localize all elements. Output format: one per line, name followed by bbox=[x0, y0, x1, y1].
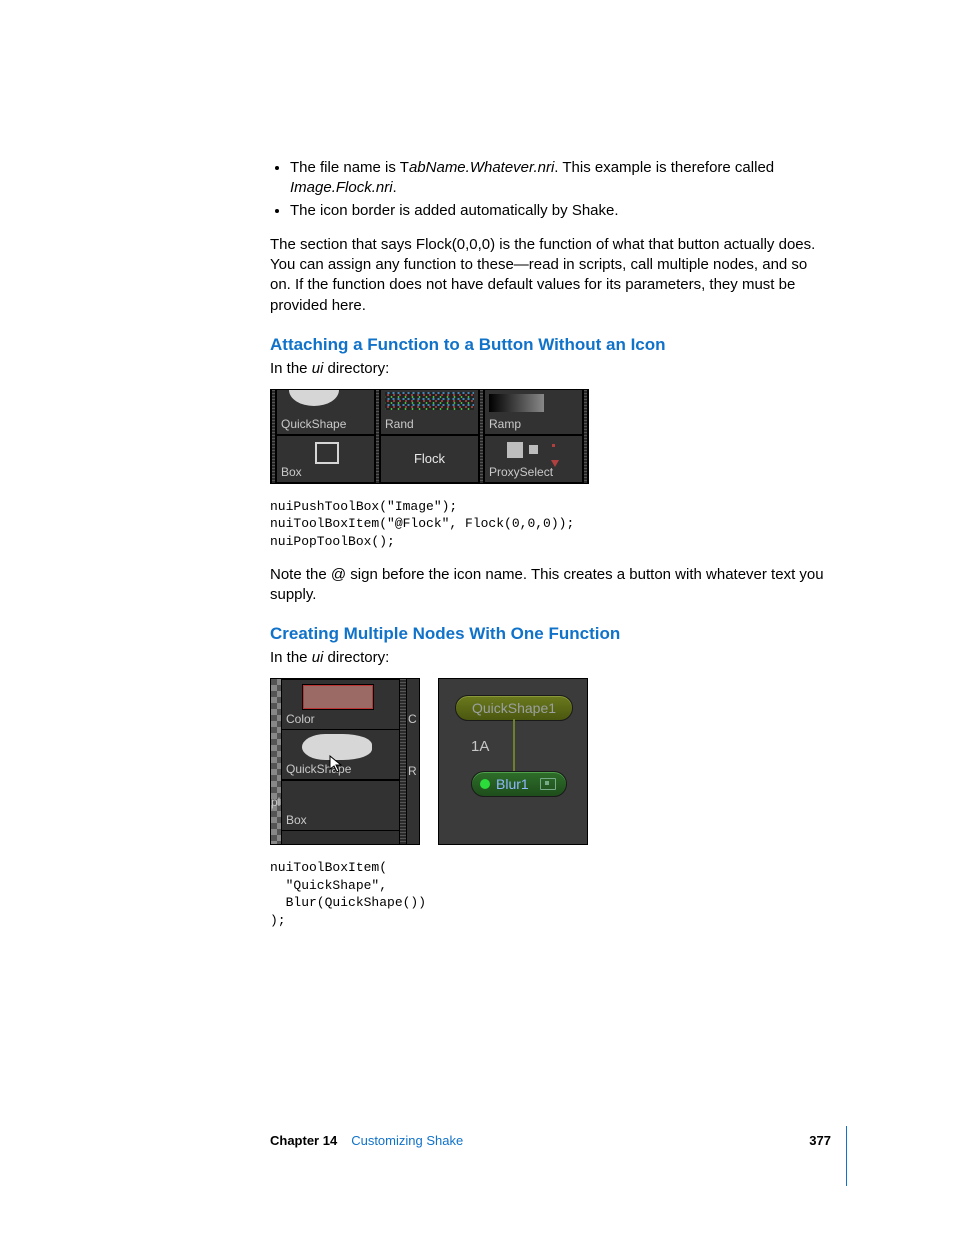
chapter-title: Customizing Shake bbox=[351, 1134, 463, 1147]
figure-two-panels: ple Color QuickShape Box C R bbox=[270, 678, 831, 845]
grip-icon bbox=[583, 435, 588, 483]
toolbox-button-flock[interactable]: Flock bbox=[380, 435, 479, 483]
text: directory: bbox=[323, 649, 389, 666]
paragraph: In the ui directory: bbox=[270, 648, 831, 668]
toolbox-button-proxyselect[interactable]: ProxySelect bbox=[484, 435, 583, 483]
code-block: nuiToolBoxItem( "QuickShape", Blur(Quick… bbox=[270, 859, 831, 929]
node-link bbox=[513, 719, 515, 771]
section-heading: Attaching a Function to a Button Without… bbox=[270, 334, 831, 357]
node-graph-screenshot: QuickShape1 1A Blur1 bbox=[438, 678, 588, 845]
port-label: 1A bbox=[471, 737, 489, 757]
page-number: 377 bbox=[809, 1134, 831, 1147]
page: The file name is TabName.Whatever.nri. T… bbox=[0, 0, 954, 1235]
text: . This example is therefore called bbox=[554, 159, 774, 176]
node-blur1[interactable]: Blur1 bbox=[471, 771, 567, 797]
status-dot-icon bbox=[480, 779, 490, 789]
paragraph: Note the @ sign before the icon name. Th… bbox=[270, 565, 831, 606]
ramp-icon bbox=[489, 394, 544, 412]
box-icon bbox=[315, 442, 339, 464]
footer-rule bbox=[846, 1126, 847, 1186]
toolbox-label: Color bbox=[286, 711, 315, 727]
proxyselect-icon bbox=[507, 442, 538, 458]
toolbox-label: Box bbox=[281, 464, 302, 480]
toolbox-label: Box bbox=[286, 812, 307, 828]
chapter-label: Chapter 14 bbox=[270, 1134, 337, 1147]
page-footer: Chapter 14 Customizing Shake 377 bbox=[270, 1134, 831, 1147]
quickshape-icon bbox=[289, 390, 339, 406]
text: In the bbox=[270, 360, 312, 377]
node-label: QuickShape1 bbox=[472, 699, 556, 718]
section-heading: Creating Multiple Nodes With One Functio… bbox=[270, 623, 831, 646]
toolbox-label: ProxySelect bbox=[489, 464, 553, 480]
text: directory: bbox=[323, 360, 389, 377]
toolbox-label: Rand bbox=[385, 416, 414, 432]
toolbox-button-rand[interactable]: Rand bbox=[380, 390, 479, 435]
text: The file name is T bbox=[290, 159, 409, 176]
text: . bbox=[393, 179, 397, 196]
text: In the bbox=[270, 649, 312, 666]
grip-icon bbox=[583, 390, 588, 435]
color-icon bbox=[302, 684, 374, 710]
italic-text: ui bbox=[312, 649, 324, 666]
toolbox-label: QuickShape bbox=[281, 416, 346, 432]
italic-text: Image.Flock.nri bbox=[290, 179, 393, 196]
toolbox-screenshot-b: ple Color QuickShape Box C R bbox=[270, 678, 420, 845]
rand-icon bbox=[385, 392, 474, 410]
right-column-stub: C R bbox=[407, 679, 419, 844]
italic-text: abName.Whatever.nri bbox=[409, 159, 554, 176]
toolbox-label: Ramp bbox=[489, 416, 521, 432]
paragraph: In the ui directory: bbox=[270, 359, 831, 379]
node-label: Blur1 bbox=[496, 775, 529, 794]
code-block: nuiPushToolBox("Image"); nuiToolBoxItem(… bbox=[270, 498, 831, 551]
mask-icon bbox=[540, 778, 556, 790]
bullet-list: The file name is TabName.Whatever.nri. T… bbox=[270, 158, 831, 221]
toolbox-button-box[interactable]: Box bbox=[281, 780, 401, 831]
italic-text: ui bbox=[312, 360, 324, 377]
bullet-item: The file name is TabName.Whatever.nri. T… bbox=[290, 158, 831, 199]
partial-label: R bbox=[408, 763, 417, 779]
toolbox-button-box[interactable]: Box bbox=[276, 435, 375, 483]
cursor-icon bbox=[329, 755, 343, 773]
grip-icon bbox=[399, 679, 407, 844]
partial-label: C bbox=[408, 711, 417, 727]
bullet-item: The icon border is added automatically b… bbox=[290, 201, 831, 221]
toolbox-button-quickshape[interactable]: QuickShape bbox=[276, 390, 375, 435]
toolbox-button-color[interactable]: Color bbox=[281, 679, 401, 730]
node-quickshape1[interactable]: QuickShape1 bbox=[455, 695, 573, 721]
toolbox-button-ramp[interactable]: Ramp bbox=[484, 390, 583, 435]
toolbox-label: Flock bbox=[414, 450, 445, 468]
paragraph: The section that says Flock(0,0,0) is th… bbox=[270, 235, 831, 316]
toolbox-screenshot: QuickShape Rand Ramp Box Flock Proxy bbox=[270, 389, 589, 484]
